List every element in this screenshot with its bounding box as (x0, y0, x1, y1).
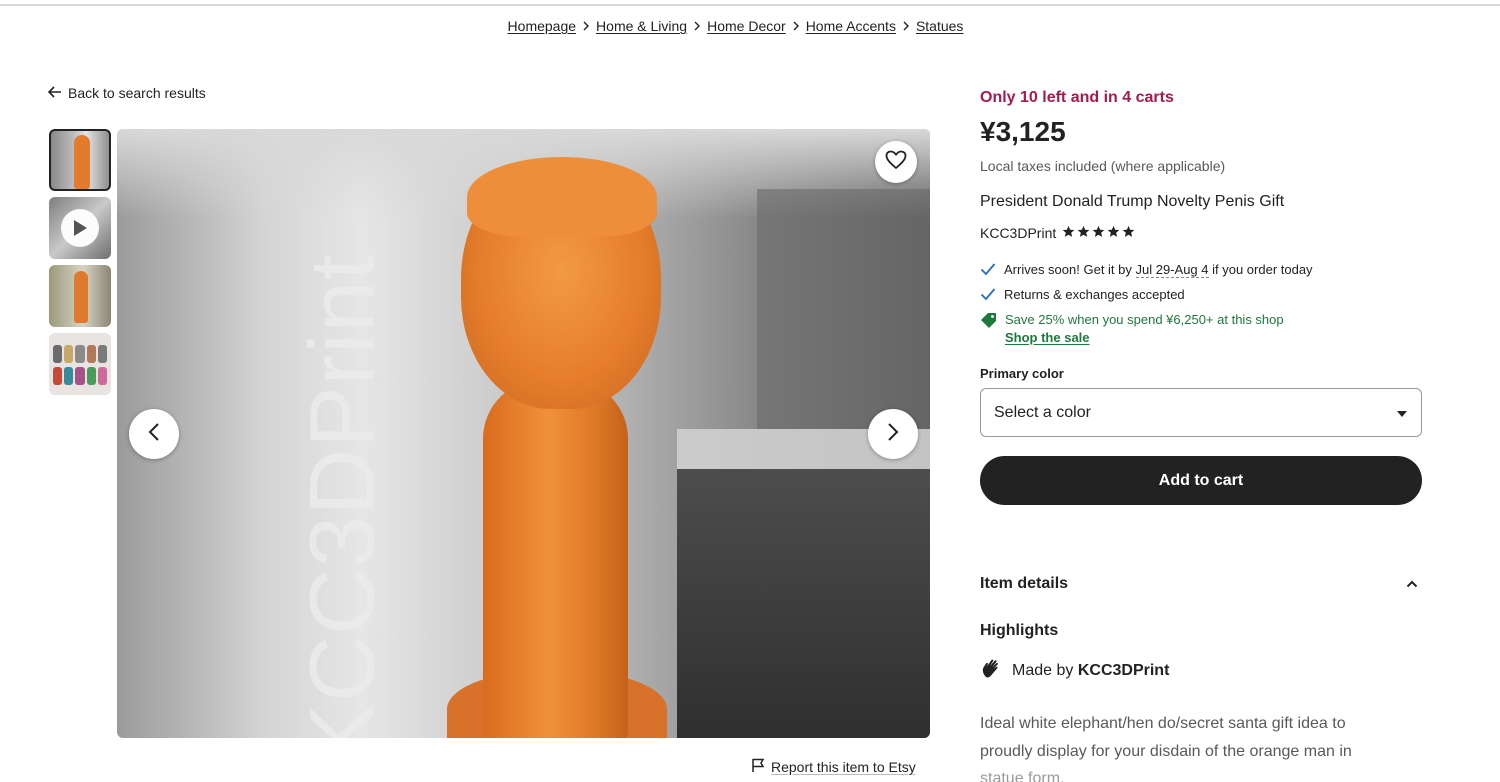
star-icon (1107, 225, 1120, 241)
thumbnail-strip (49, 129, 111, 401)
breadcrumb: Homepage Home & Living Home Decor Home A… (0, 18, 1471, 34)
breadcrumb-homepage[interactable]: Homepage (508, 18, 577, 34)
chevron-up-icon (1406, 575, 1418, 593)
description-line-1: Ideal white elephant/hen do/secret santa… (980, 715, 1346, 732)
description-line-3: statue form. (980, 770, 1065, 782)
star-icon (1062, 225, 1075, 241)
heart-icon (885, 150, 907, 175)
hand-wave-icon (980, 657, 1002, 684)
sale-text: Save 25% when you spend ¥6,250+ at this … (1005, 312, 1284, 327)
breadcrumb-home-living[interactable]: Home & Living (596, 18, 687, 34)
feature-arrival: Arrives soon! Get it by Jul 29-Aug 4 if … (980, 262, 1313, 279)
caret-down-icon (1397, 404, 1407, 422)
rating-stars (1062, 225, 1135, 241)
stock-notice: Only 10 left and in 4 carts (980, 89, 1174, 106)
checkmark-icon (980, 287, 996, 304)
star-icon (1077, 225, 1090, 241)
feature-returns: Returns & exchanges accepted (980, 287, 1185, 304)
product-main-image[interactable]: KCC3DPrint (117, 129, 930, 738)
play-icon (61, 209, 99, 247)
thumbnail-3[interactable] (49, 265, 111, 327)
tag-icon (980, 312, 997, 331)
next-image-button[interactable] (868, 409, 918, 459)
select-value: Select a color (994, 403, 1091, 421)
item-details-heading: Item details (980, 575, 1069, 592)
thumbnail-1[interactable] (49, 129, 111, 191)
thumbnail-video[interactable] (49, 197, 111, 259)
previous-image-button[interactable] (129, 409, 179, 459)
breadcrumb-home-decor[interactable]: Home Decor (707, 18, 786, 34)
price: ¥3,125 (980, 116, 1066, 147)
arrival-suffix: if you order today (1208, 262, 1313, 277)
thumbnail-4[interactable] (49, 333, 111, 395)
product-title: President Donald Trump Novelty Penis Gif… (980, 193, 1285, 210)
top-divider (0, 0, 1500, 6)
checkmark-icon (980, 262, 996, 279)
arrival-text: Arrives soon! Get it by Jul 29-Aug 4 if … (1004, 262, 1313, 278)
primary-color-select[interactable]: Select a color (980, 388, 1422, 437)
flag-icon (751, 758, 765, 776)
back-to-search-link[interactable]: Back to search results (47, 85, 206, 101)
add-to-cart-button[interactable]: Add to cart (980, 456, 1422, 505)
chevron-right-icon (687, 21, 707, 31)
image-watermark: KCC3DPrint (291, 253, 394, 738)
chevron-right-icon (576, 21, 596, 31)
shop-the-sale-link[interactable]: Shop the sale (1005, 330, 1284, 345)
chevron-left-icon (148, 422, 160, 447)
item-description: Ideal white elephant/hen do/secret santa… (980, 710, 1410, 782)
chevron-right-icon (887, 422, 899, 447)
back-link-label: Back to search results (68, 85, 206, 101)
arrival-prefix: Arrives soon! Get it by (1004, 262, 1136, 277)
primary-color-label: Primary color (980, 366, 1064, 381)
feature-sale: Save 25% when you spend ¥6,250+ at this … (980, 312, 1284, 345)
made-by-text: Made by KCC3DPrint (1012, 662, 1169, 680)
description-line-2: proudly display for your disdain of the … (980, 742, 1352, 760)
item-details-toggle[interactable]: Item details (980, 575, 1422, 593)
favorite-button[interactable] (875, 141, 917, 183)
highlights-heading: Highlights (980, 622, 1059, 639)
arrival-dates[interactable]: Jul 29-Aug 4 (1135, 262, 1209, 278)
breadcrumb-statues[interactable]: Statues (916, 18, 963, 34)
chevron-right-icon (896, 21, 916, 31)
made-by-row: Made by KCC3DPrint (980, 657, 1169, 684)
shop-rating-row: KCC3DPrint (980, 225, 1135, 241)
star-icon (1092, 225, 1105, 241)
report-item-link[interactable]: Report this item to Etsy (751, 758, 916, 776)
made-by-prefix: Made by (1012, 661, 1074, 679)
tax-note: Local taxes included (where applicable) (980, 158, 1226, 174)
breadcrumb-home-accents[interactable]: Home Accents (806, 18, 896, 34)
made-by-shop-link[interactable]: KCC3DPrint (1078, 662, 1170, 679)
star-icon (1122, 225, 1135, 241)
shop-name-link[interactable]: KCC3DPrint (980, 225, 1056, 241)
sale-text-block: Save 25% when you spend ¥6,250+ at this … (1005, 312, 1284, 345)
arrow-left-icon (47, 85, 62, 101)
returns-text: Returns & exchanges accepted (1004, 287, 1185, 302)
report-link-label: Report this item to Etsy (771, 759, 916, 775)
chevron-right-icon (786, 21, 806, 31)
